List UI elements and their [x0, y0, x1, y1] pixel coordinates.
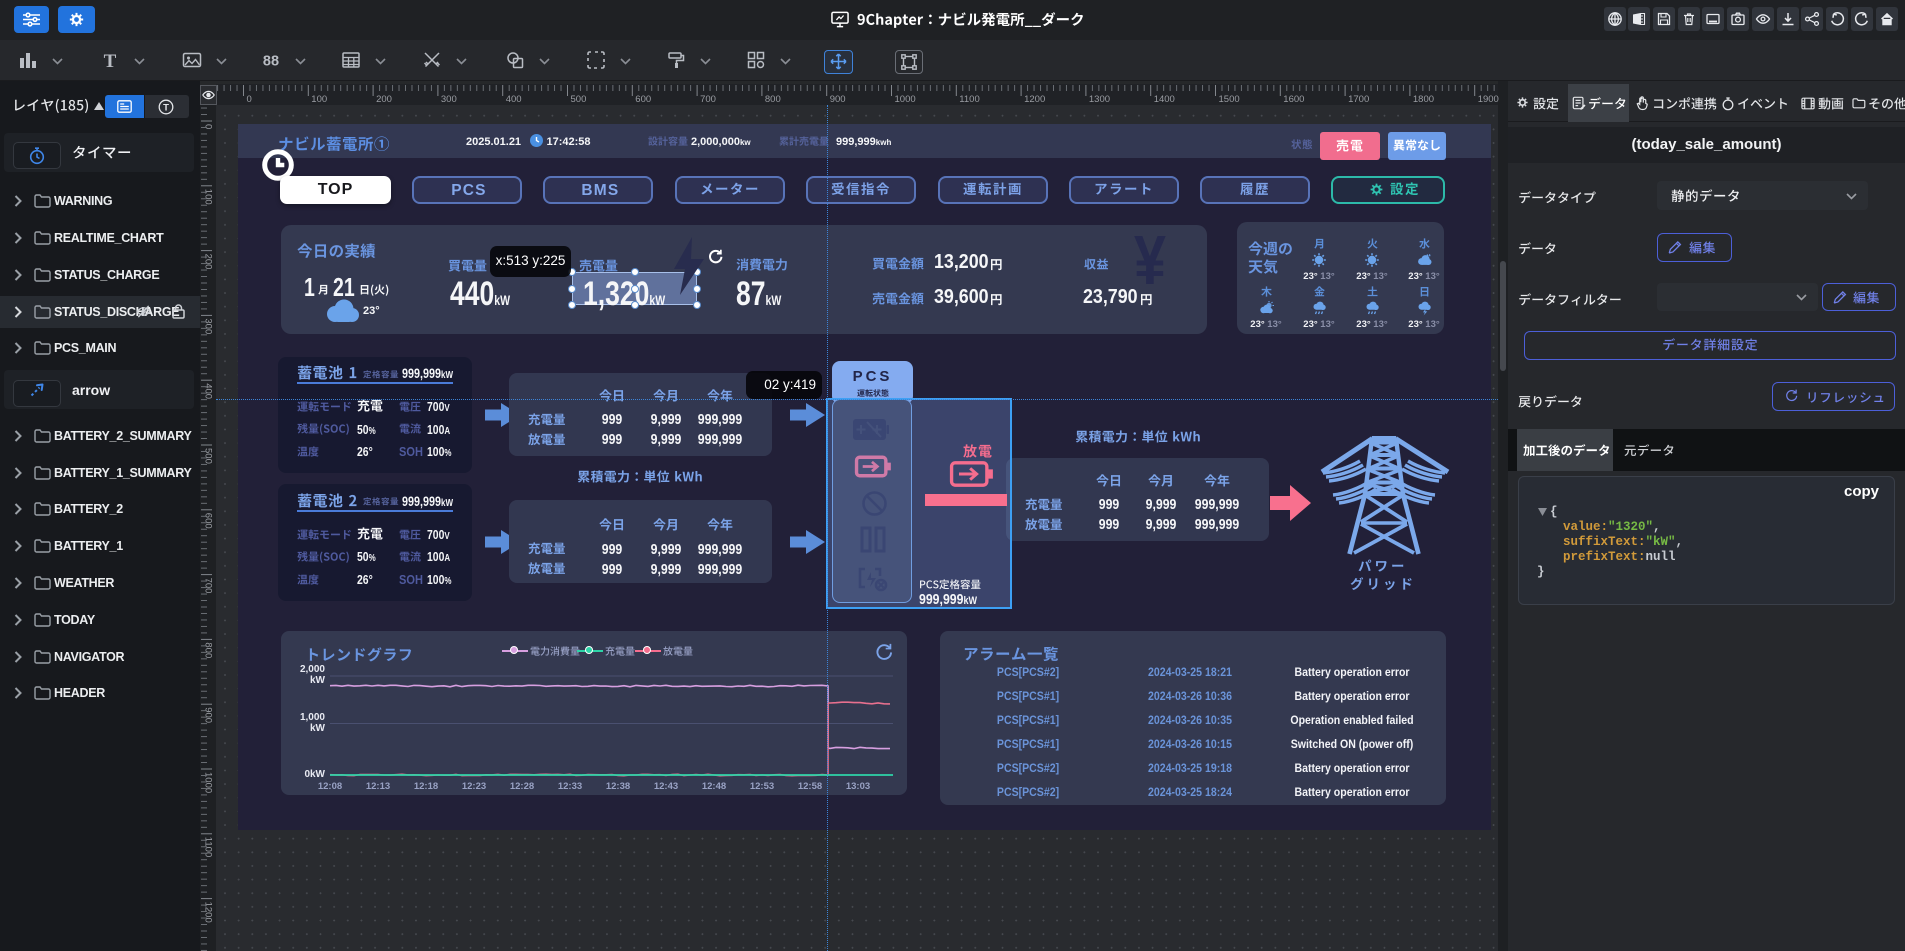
svg-text:1600: 1600 [1283, 94, 1304, 105]
svg-text:300: 300 [441, 94, 457, 105]
svg-text:400: 400 [203, 383, 214, 399]
svg-text:100: 100 [203, 189, 214, 205]
svg-text:1800: 1800 [1413, 94, 1434, 105]
svg-text:0: 0 [203, 124, 214, 129]
svg-text:T: T [104, 51, 117, 72]
svg-text:T: T [163, 102, 169, 113]
svg-text:700: 700 [203, 578, 214, 594]
svg-text:88: 88 [263, 54, 279, 70]
svg-text:0: 0 [247, 94, 252, 105]
svg-text:500: 500 [203, 448, 214, 464]
svg-text:300: 300 [203, 318, 214, 334]
svg-text:1100: 1100 [959, 94, 979, 105]
svg-text:200: 200 [203, 254, 214, 270]
svg-text:900: 900 [830, 94, 846, 105]
svg-text:X: X [1634, 17, 1639, 24]
svg-text:1700: 1700 [1348, 94, 1369, 105]
svg-text:800: 800 [765, 94, 781, 105]
svg-text:200: 200 [376, 94, 392, 105]
svg-text:1000: 1000 [895, 94, 916, 105]
svg-text:100: 100 [311, 94, 327, 105]
svg-text:1200: 1200 [1024, 94, 1045, 105]
svg-text:600: 600 [203, 513, 214, 529]
svg-text:1400: 1400 [1154, 94, 1175, 105]
svg-text:1300: 1300 [1089, 94, 1110, 105]
svg-text:1900: 1900 [1478, 94, 1499, 105]
svg-text:500: 500 [571, 94, 587, 105]
svg-text:1500: 1500 [1219, 94, 1240, 105]
svg-text:900: 900 [203, 707, 214, 723]
svg-text:800: 800 [203, 642, 214, 658]
svg-text:400: 400 [506, 94, 522, 105]
svg-text:700: 700 [700, 94, 716, 105]
svg-text:600: 600 [635, 94, 651, 105]
